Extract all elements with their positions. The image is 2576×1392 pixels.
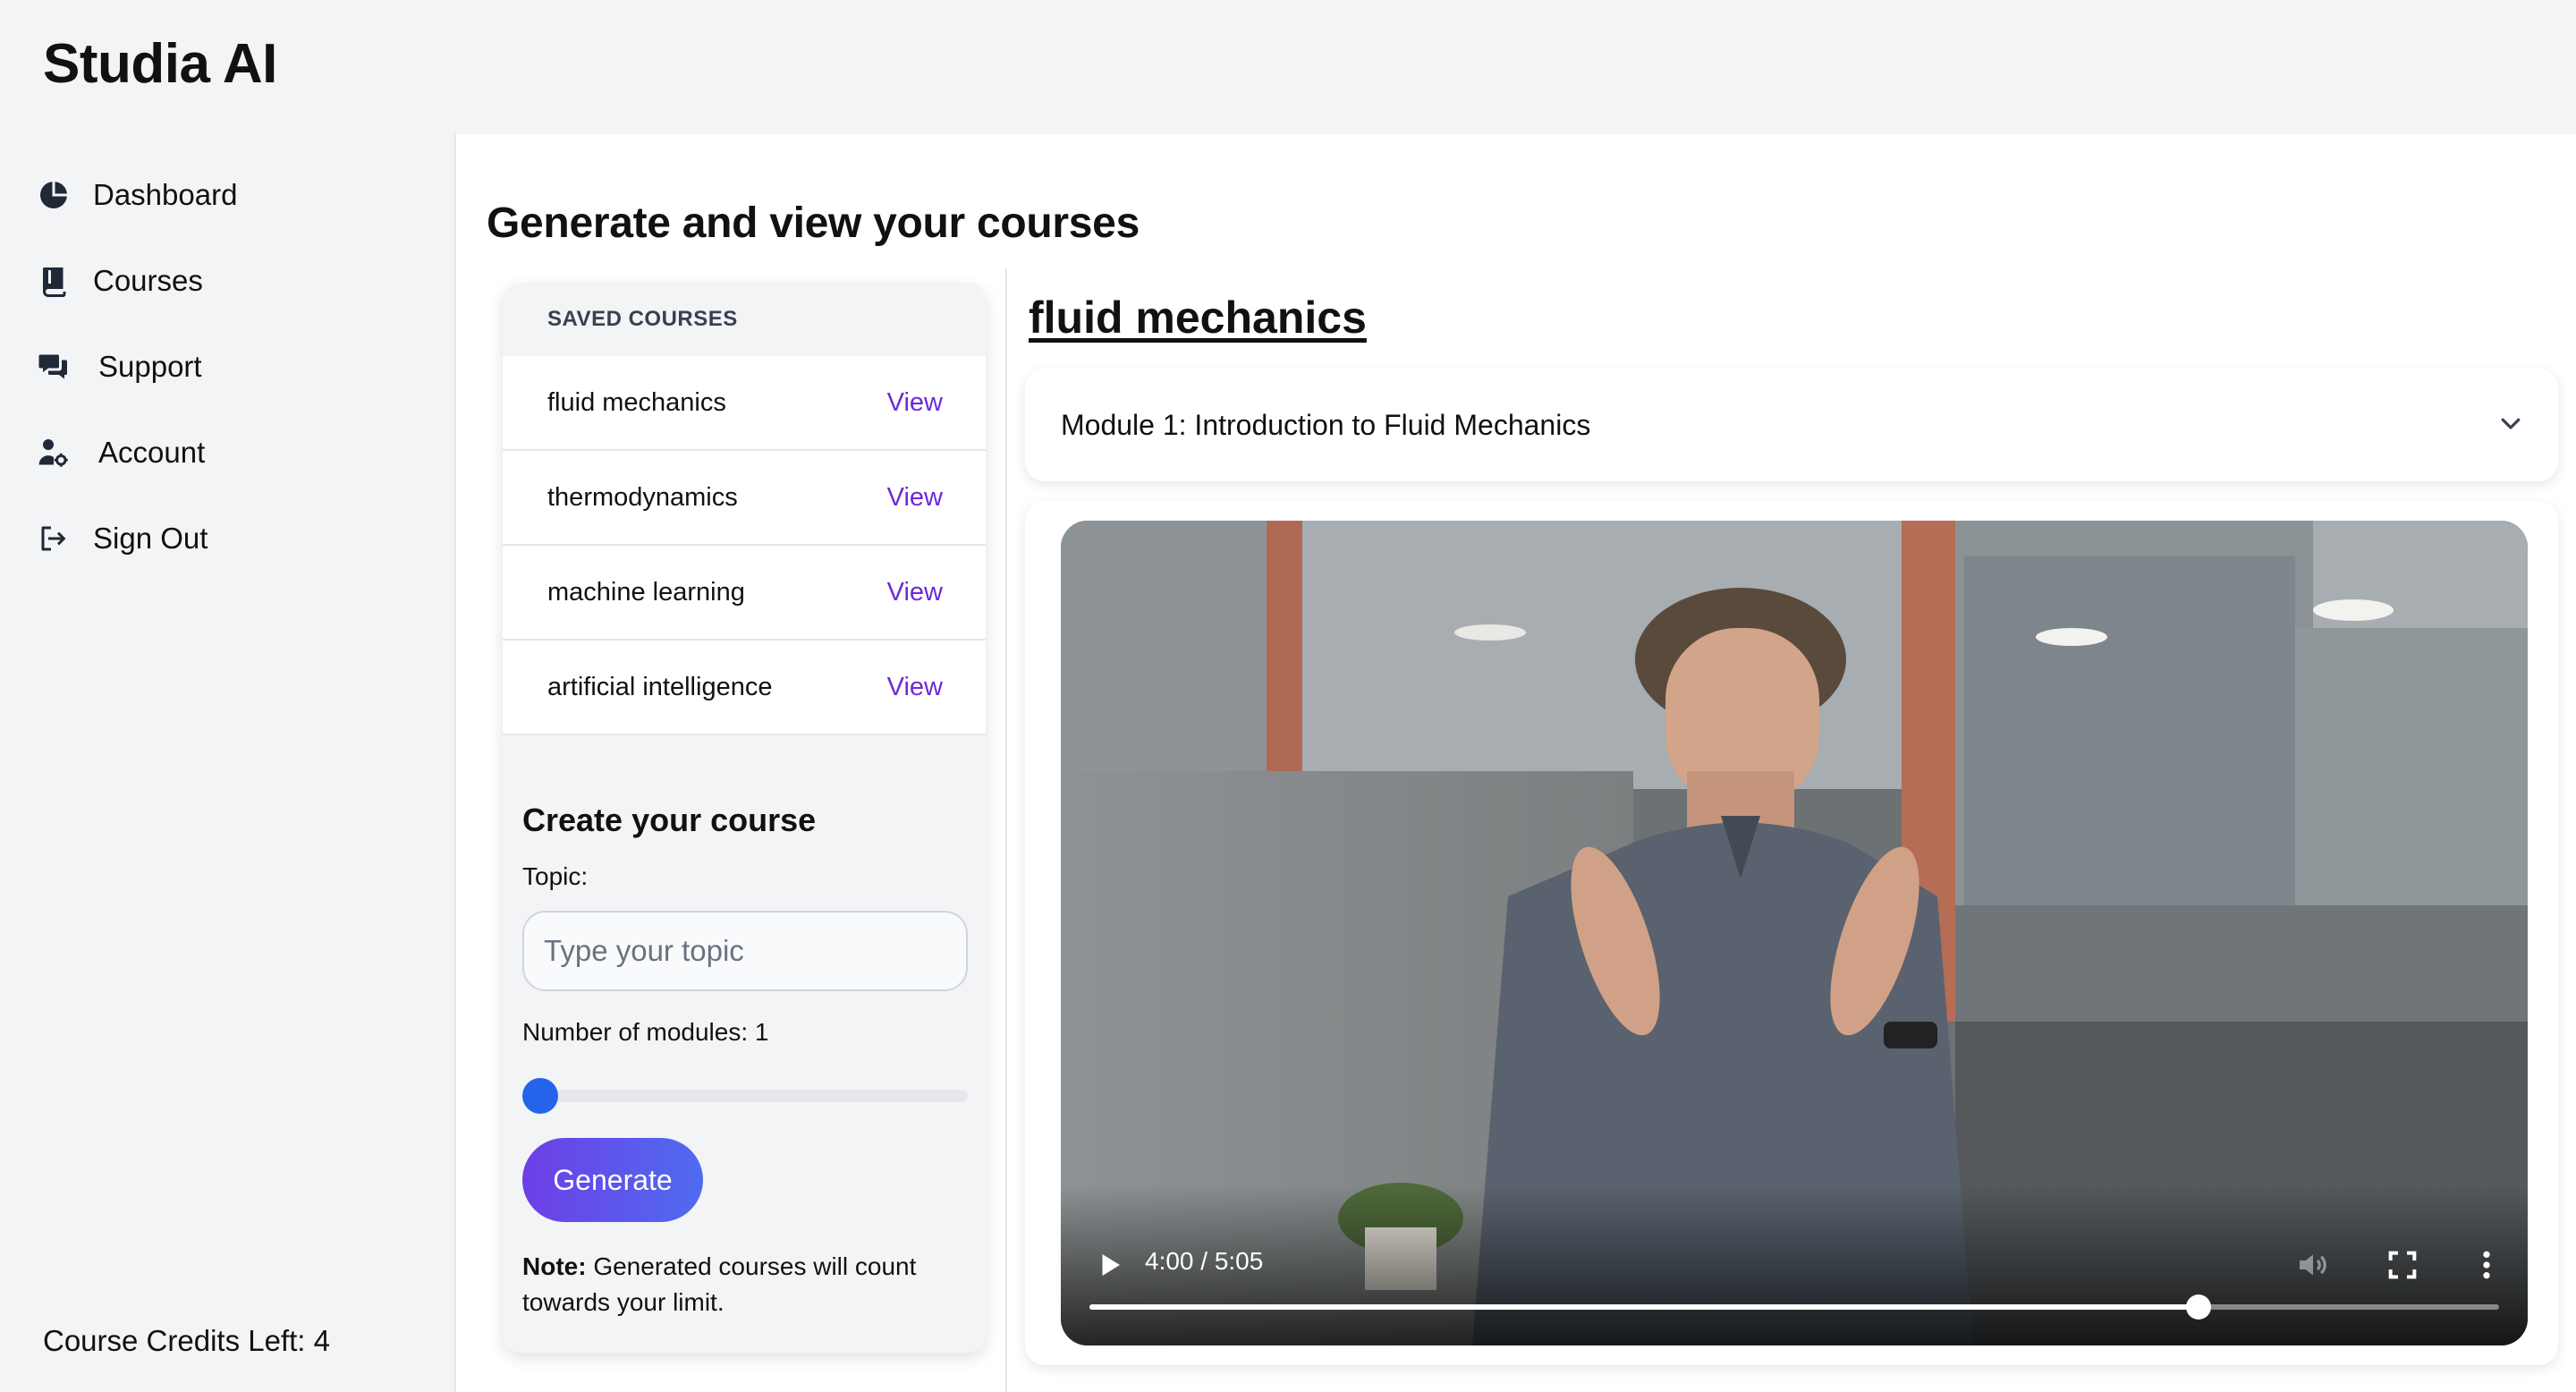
chat-bubbles-icon [36, 349, 72, 385]
chevron-down-icon [2497, 410, 2524, 441]
saved-course-row: artificial intelligence View [503, 641, 986, 735]
main-content: Generate and view your courses SAVED COU… [458, 134, 2576, 1392]
generate-button[interactable]: Generate [522, 1138, 703, 1222]
sidebar-item-label: Courses [93, 264, 203, 297]
sign-out-icon [36, 521, 72, 556]
video-card: 4:00 / 5:05 [1025, 501, 2558, 1365]
sidebar-item-courses[interactable]: Courses [36, 254, 203, 308]
video-progress-bar[interactable] [1089, 1294, 2499, 1320]
page-title: Generate and view your courses [487, 199, 1140, 247]
sidebar: Dashboard Courses Support Account Sign O… [0, 134, 456, 1392]
sidebar-item-sign-out[interactable]: Sign Out [36, 512, 208, 565]
fullscreen-icon[interactable] [2385, 1247, 2420, 1283]
modules-slider-track[interactable] [522, 1090, 968, 1102]
sidebar-item-support[interactable]: Support [36, 340, 202, 394]
view-course-link[interactable]: View [887, 388, 943, 418]
app-title: Studia AI [43, 33, 277, 95]
view-course-link[interactable]: View [887, 673, 943, 702]
course-title: fluid mechanics [1029, 293, 1367, 343]
video-progress-thumb[interactable] [2185, 1294, 2211, 1320]
play-icon[interactable] [1093, 1249, 1125, 1281]
course-name: fluid mechanics [547, 387, 726, 417]
video-controls: 4:00 / 5:05 [1061, 1220, 2528, 1345]
video-progress-fill [1089, 1304, 2199, 1310]
course-name: artificial intelligence [547, 672, 773, 701]
module-title: Module 1: Introduction to Fluid Mechanic… [1061, 408, 1591, 441]
view-course-link[interactable]: View [887, 483, 943, 513]
note-label: Note: [522, 1252, 587, 1280]
topic-input[interactable] [522, 911, 968, 991]
video-player[interactable]: 4:00 / 5:05 [1061, 521, 2528, 1345]
course-panel: SAVED COURSES fluid mechanics View therm… [503, 283, 986, 1353]
sidebar-item-label: Dashboard [93, 178, 238, 211]
saved-course-row: machine learning View [503, 546, 986, 641]
video-time: 4:00 / 5:05 [1145, 1247, 1264, 1275]
saved-course-row: fluid mechanics View [503, 356, 986, 451]
course-name: machine learning [547, 577, 745, 607]
sidebar-item-account[interactable]: Account [36, 426, 205, 480]
note-text: Note: Generated courses will count towar… [522, 1249, 970, 1320]
topic-label: Topic: [522, 862, 589, 890]
modules-slider-thumb[interactable] [522, 1078, 558, 1114]
saved-course-row: thermodynamics View [503, 451, 986, 546]
sidebar-item-label: Sign Out [93, 522, 208, 555]
course-credits: Course Credits Left: 4 [43, 1324, 330, 1357]
pie-chart-icon [36, 177, 72, 213]
sidebar-item-label: Account [98, 436, 206, 469]
course-name: thermodynamics [547, 482, 738, 512]
user-gear-icon [36, 435, 72, 471]
sidebar-item-label: Support [98, 350, 202, 383]
sidebar-item-dashboard[interactable]: Dashboard [36, 168, 237, 222]
app-header: Studia AI [0, 0, 2576, 134]
create-course-title: Create your course [522, 802, 817, 838]
panel-divider [1005, 268, 1007, 1392]
modules-label: Number of modules: 1 [522, 1018, 769, 1046]
volume-icon[interactable] [2295, 1247, 2331, 1283]
view-course-link[interactable]: View [887, 578, 943, 607]
more-options-icon[interactable] [2469, 1245, 2504, 1285]
book-icon [36, 263, 72, 299]
module-accordion[interactable]: Module 1: Introduction to Fluid Mechanic… [1025, 369, 2558, 481]
saved-courses-header: SAVED COURSES [547, 307, 738, 331]
